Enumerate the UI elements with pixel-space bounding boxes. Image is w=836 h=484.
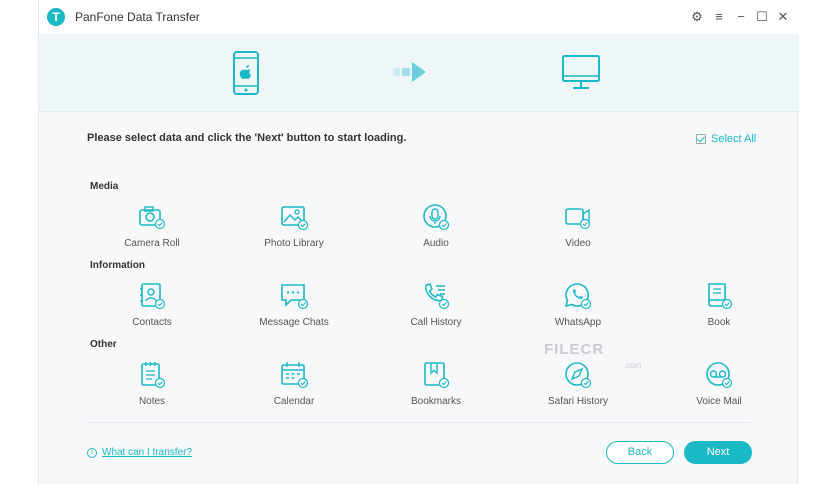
phone-icon (421, 281, 451, 311)
item-audio[interactable]: Audio (381, 202, 491, 249)
item-label: Calendar (273, 396, 315, 407)
item-label: Photo Library (264, 238, 324, 249)
item-label: WhatsApp (554, 317, 602, 328)
transfer-banner (39, 34, 799, 112)
item-label: Notes (138, 396, 166, 407)
item-label: Contacts (132, 317, 172, 328)
help-link[interactable]: i What can I transfer? (87, 447, 192, 458)
app-logo: T (47, 8, 65, 26)
app-title: PanFone Data Transfer (75, 10, 200, 24)
camera-icon (137, 202, 167, 232)
voicemail-icon (704, 360, 734, 390)
footer-divider (87, 422, 751, 423)
item-video[interactable]: Video (523, 202, 633, 249)
whatsapp-icon (563, 281, 593, 311)
item-book[interactable]: Book (664, 281, 774, 328)
group-label-information: Information (90, 260, 145, 271)
photo-icon (279, 202, 309, 232)
item-label: Audio (423, 238, 449, 249)
item-call-history[interactable]: Call History (381, 281, 491, 328)
item-label: Bookmarks (410, 396, 461, 407)
book-icon (704, 281, 734, 311)
help-link-label: What can I transfer? (102, 447, 193, 458)
bookmark-icon (421, 360, 451, 390)
menu-icon[interactable]: ≡ (711, 9, 727, 25)
group-label-other: Other (90, 339, 117, 350)
item-notes[interactable]: Notes (97, 360, 207, 407)
item-message-chats[interactable]: Message Chats (239, 281, 349, 328)
item-label: Safari History (547, 396, 608, 407)
calendar-icon (279, 360, 309, 390)
back-button[interactable]: Back (606, 441, 674, 464)
gear-icon[interactable]: ⚙ (689, 9, 705, 25)
next-button[interactable]: Next (684, 441, 752, 464)
item-safari-history[interactable]: Safari History (523, 360, 633, 407)
item-label: Message Chats (259, 317, 329, 328)
item-label: Video (565, 238, 591, 249)
compass-icon (563, 360, 593, 390)
instruction-text: Please select data and click the 'Next' … (87, 132, 407, 144)
item-bookmarks[interactable]: Bookmarks (381, 360, 491, 407)
item-label: Voice Mail (696, 396, 742, 407)
video-icon (563, 202, 593, 232)
microphone-icon (421, 202, 451, 232)
item-camera-roll[interactable]: Camera Roll (97, 202, 207, 249)
watermark: FILECR .com (544, 341, 641, 370)
item-photo-library[interactable]: Photo Library (239, 202, 349, 249)
close-icon[interactable]: ✕ (775, 9, 791, 25)
group-label-media: Media (90, 181, 119, 192)
item-label: Call History (410, 317, 462, 328)
item-whatsapp[interactable]: WhatsApp (523, 281, 633, 328)
watermark-suffix: .com (624, 361, 642, 370)
chat-icon (279, 281, 309, 311)
title-bar: T PanFone Data Transfer ⚙ ≡ − ☐ ✕ (39, 0, 799, 34)
arrow-right-icon (394, 62, 426, 82)
maximize-icon[interactable]: ☐ (754, 9, 770, 25)
info-icon: i (87, 447, 97, 458)
select-all-checkbox[interactable]: Select All (696, 133, 756, 145)
iphone-icon (233, 51, 259, 95)
contacts-icon (137, 281, 167, 311)
app-window: T PanFone Data Transfer ⚙ ≡ − ☐ ✕ Please… (38, 0, 799, 484)
desktop-icon (562, 55, 600, 89)
notes-icon (137, 360, 167, 390)
select-all-label: Select All (711, 133, 757, 145)
item-calendar[interactable]: Calendar (239, 360, 349, 407)
item-label: Book (707, 317, 731, 328)
item-label: Camera Roll (124, 238, 180, 249)
item-voice-mail[interactable]: Voice Mail (664, 360, 774, 407)
item-contacts[interactable]: Contacts (97, 281, 207, 328)
minimize-icon[interactable]: − (733, 9, 749, 25)
watermark-text: FILECR (544, 341, 605, 358)
checkbox-icon (696, 134, 706, 144)
